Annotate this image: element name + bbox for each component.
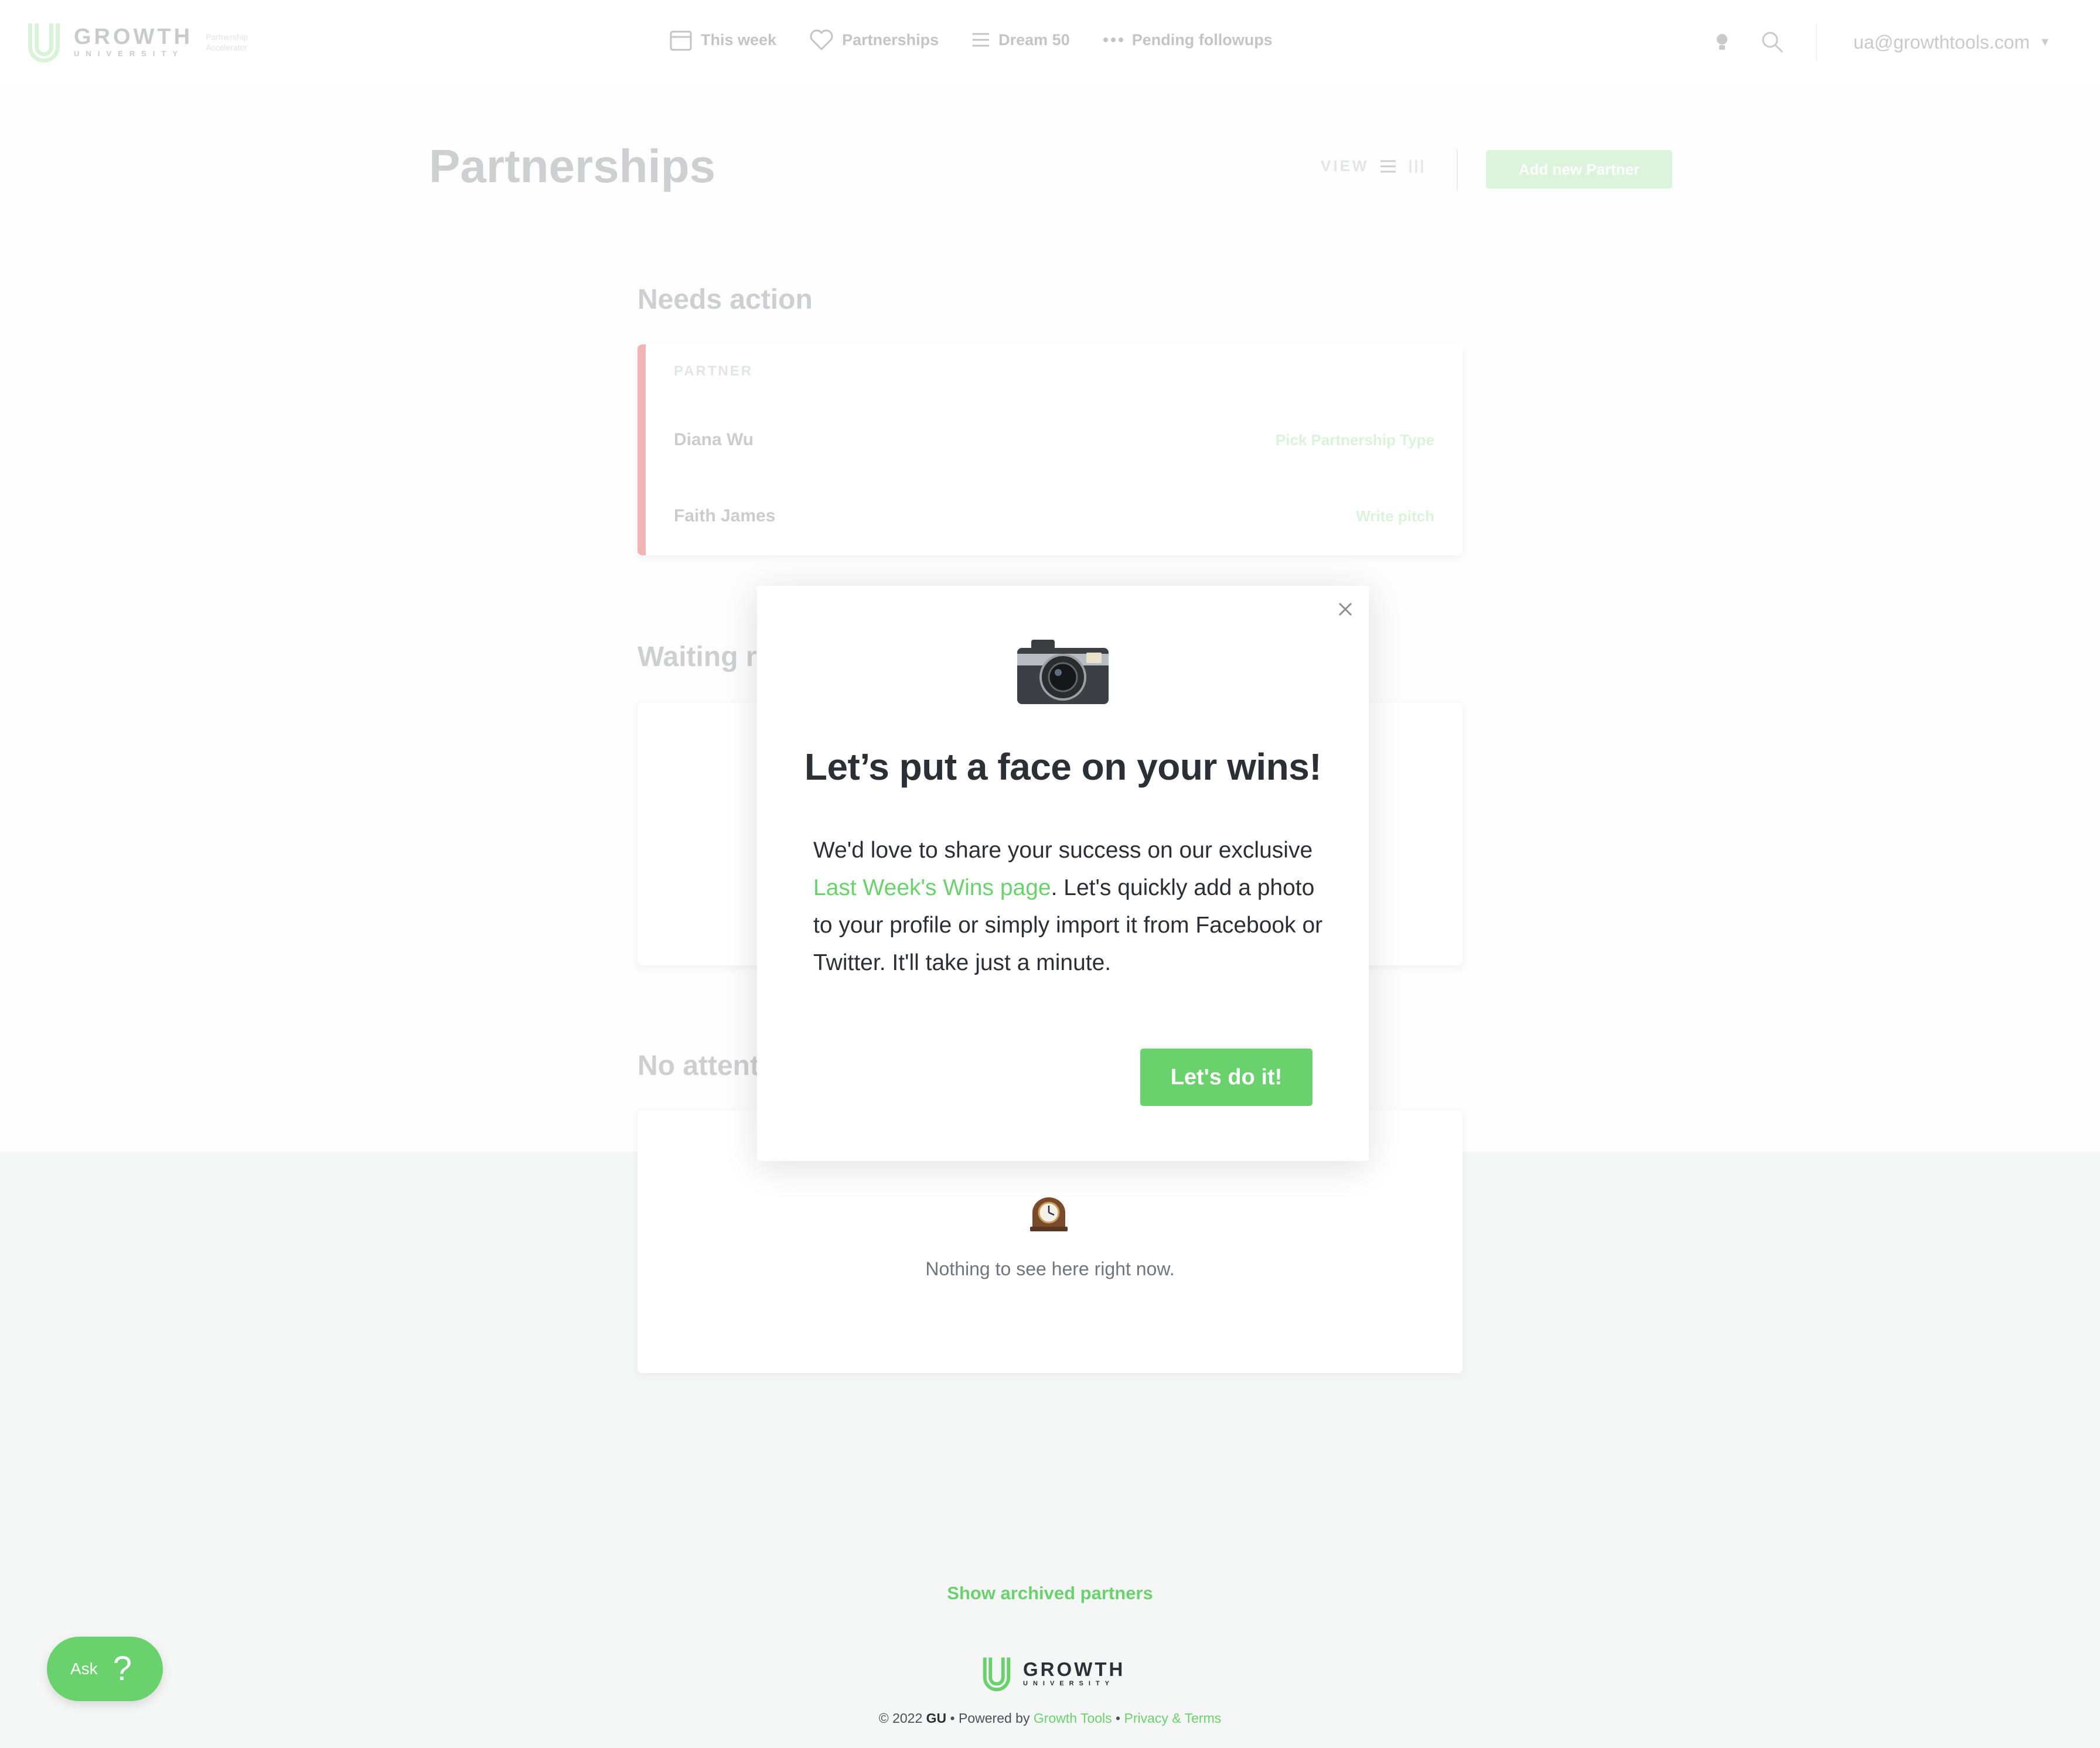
search-icon[interactable] [1761, 30, 1784, 54]
growth-university-logo[interactable]: GROWTH UNIVERSITY Partnership Accelerato… [26, 21, 248, 63]
header-divider [1457, 149, 1458, 191]
user-menu[interactable]: ua@growthtools.com ▼ [1853, 32, 2051, 53]
logo-wordmark: GROWTH [74, 25, 193, 49]
add-partner-button[interactable]: Add new Partner [1486, 150, 1672, 189]
partner-action-link[interactable]: Pick Partnership Type [1276, 431, 1434, 449]
needs-action-card: PARTNER Diana Wu Pick Partnership Type F… [638, 344, 1462, 555]
partner-action-link[interactable]: Write pitch [1356, 507, 1434, 525]
footer-subtitle: UNIVERSITY [1023, 1680, 1115, 1687]
add-photo-modal: Let’s put a face on your wins! We'd love… [757, 586, 1369, 1161]
nav-pending-followups[interactable]: Pending followups [1103, 28, 1273, 52]
nav-label: Pending followups [1131, 30, 1273, 49]
logo-subtitle: UNIVERSITY [74, 49, 185, 58]
camera-icon [1017, 640, 1109, 704]
waiting-heading: Waiting r [638, 641, 757, 672]
nav-this-week[interactable]: This week [669, 28, 776, 52]
nav-label: Dream 50 [998, 30, 1070, 49]
nav-label: This week [701, 30, 777, 49]
footer-logo[interactable]: GROWTH UNIVERSITY [981, 1655, 1125, 1692]
list-icon [973, 33, 990, 47]
nav-partnerships[interactable]: Partnerships [809, 28, 939, 52]
partner-name[interactable]: Diana Wu [674, 430, 754, 450]
view-toggle: VIEW [1321, 157, 1425, 175]
last-weeks-wins-link[interactable]: Last Week's Wins page [813, 875, 1051, 900]
logo-u-icon [28, 23, 60, 63]
main-nav: This week Partnerships Dream 50 Pending … [669, 28, 1273, 52]
user-email: ua@growthtools.com [1853, 31, 2030, 53]
no-attention-heading: No attent [638, 1050, 759, 1081]
show-archived-partners-link[interactable]: Show archived partners [0, 1583, 2100, 1604]
ask-help-button[interactable]: Ask ? [47, 1637, 163, 1701]
copyright-line: © 2022 GU • Powered by Growth Tools • Pr… [878, 1711, 1222, 1726]
privacy-terms-link[interactable]: Privacy & Terms [1124, 1711, 1222, 1726]
nav-label: Partnerships [842, 30, 939, 49]
nav-divider [1816, 23, 1818, 61]
logo-tagline: Partnership Accelerator [206, 32, 248, 52]
close-icon[interactable] [1335, 599, 1356, 620]
gu-brand: GU [926, 1711, 947, 1726]
lets-do-it-button[interactable]: Let's do it! [1140, 1049, 1312, 1106]
question-mark-icon: ? [112, 1650, 132, 1688]
growth-tools-link[interactable]: Growth Tools [1034, 1711, 1112, 1726]
view-label: VIEW [1321, 157, 1369, 175]
modal-body: We'd love to share your success on our e… [813, 838, 1323, 975]
modal-title: Let’s put a face on your wins! [804, 746, 1322, 788]
needs-action-heading: Needs action [638, 284, 813, 315]
heart-icon [810, 29, 833, 50]
top-nav: GROWTH UNIVERSITY Partnership Accelerato… [0, 0, 2100, 84]
calendar-icon [670, 30, 692, 51]
mantelpiece-clock-icon [1030, 1197, 1068, 1231]
column-view-icon[interactable] [1407, 159, 1425, 174]
empty-state-text: Nothing to see here right now. [925, 1258, 1175, 1279]
list-view-icon[interactable] [1379, 159, 1397, 174]
partner-column-header: PARTNER [674, 363, 754, 379]
nav-right-group: ua@growthtools.com ▼ [1715, 0, 2100, 84]
lightbulb-icon[interactable] [1715, 32, 1729, 52]
dots-icon [1103, 37, 1123, 42]
page-title: Partnerships [429, 140, 716, 192]
ask-label: Ask [70, 1660, 98, 1678]
logo-u-icon [983, 1657, 1011, 1692]
footer-wordmark: GROWTH [1023, 1658, 1126, 1680]
chevron-down-icon: ▼ [2039, 35, 2051, 49]
partner-name[interactable]: Faith James [674, 506, 775, 526]
nav-dream-50[interactable]: Dream 50 [971, 28, 1070, 52]
